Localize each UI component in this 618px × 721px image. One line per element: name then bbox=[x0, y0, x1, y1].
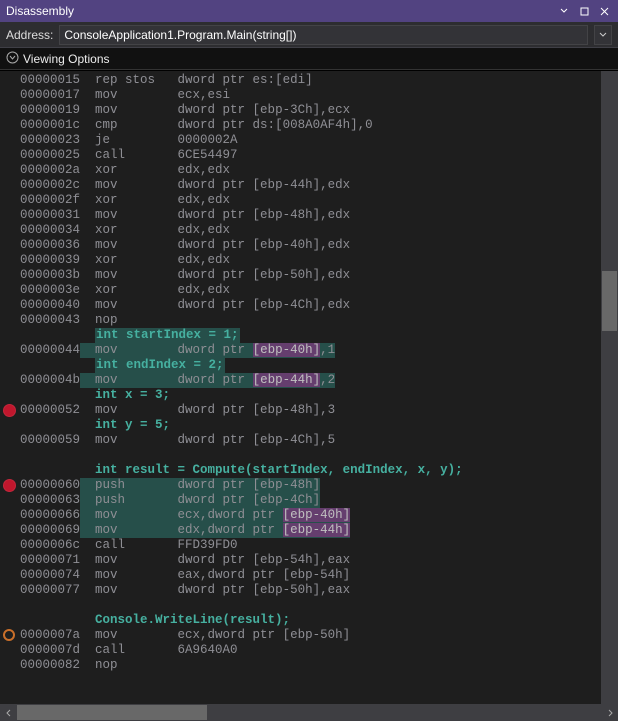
code-line[interactable]: int endIndex = 2; bbox=[20, 358, 601, 373]
dropdown-button[interactable] bbox=[556, 3, 572, 19]
code-line[interactable]: 0000007a mov ecx,dword ptr [ebp-50h] bbox=[20, 628, 601, 643]
code-line[interactable] bbox=[20, 598, 601, 613]
address-bar: Address: bbox=[0, 22, 618, 48]
expand-icon[interactable] bbox=[6, 51, 19, 67]
code-line[interactable]: 00000069 mov edx,dword ptr [ebp-44h] bbox=[20, 523, 601, 538]
code-line[interactable]: 00000066 mov ecx,dword ptr [ebp-40h] bbox=[20, 508, 601, 523]
code-line[interactable]: 0000003b mov dword ptr [ebp-50h],edx bbox=[20, 268, 601, 283]
code-line[interactable]: int startIndex = 1; bbox=[20, 328, 601, 343]
code-line[interactable]: 0000001c cmp dword ptr ds:[008A0AF4h],0 bbox=[20, 118, 601, 133]
code-line[interactable]: 00000015 rep stos dword ptr es:[edi] bbox=[20, 73, 601, 88]
scroll-right-button[interactable] bbox=[601, 704, 618, 721]
breakpoint-gutter[interactable] bbox=[0, 71, 20, 704]
code-line[interactable]: 0000002f xor edx,edx bbox=[20, 193, 601, 208]
code-line[interactable]: 00000082 nop bbox=[20, 658, 601, 673]
code-line[interactable]: 00000071 mov dword ptr [ebp-54h],eax bbox=[20, 553, 601, 568]
code-line[interactable]: 00000074 mov eax,dword ptr [ebp-54h] bbox=[20, 568, 601, 583]
vertical-scroll-thumb[interactable] bbox=[602, 271, 617, 331]
code-line[interactable]: 0000003e xor edx,edx bbox=[20, 283, 601, 298]
code-line[interactable]: 00000060 push dword ptr [ebp-48h] bbox=[20, 478, 601, 493]
code-line[interactable]: 0000004b mov dword ptr [ebp-44h],2 bbox=[20, 373, 601, 388]
code-line[interactable]: Console.WriteLine(result); bbox=[20, 613, 601, 628]
code-line[interactable]: 00000025 call 6CE54497 bbox=[20, 148, 601, 163]
address-label: Address: bbox=[6, 28, 53, 42]
code-line[interactable]: 00000043 nop bbox=[20, 313, 601, 328]
breakpoint-marker[interactable] bbox=[3, 404, 16, 417]
viewing-options-label: Viewing Options bbox=[23, 52, 110, 66]
code-line[interactable]: 00000063 push dword ptr [ebp-4Ch] bbox=[20, 493, 601, 508]
vertical-scrollbar[interactable] bbox=[601, 71, 618, 704]
code-line[interactable]: 0000002a xor edx,edx bbox=[20, 163, 601, 178]
code-line[interactable]: 00000059 mov dword ptr [ebp-4Ch],5 bbox=[20, 433, 601, 448]
scroll-left-button[interactable] bbox=[0, 704, 17, 721]
breakpoint-marker[interactable] bbox=[3, 479, 16, 492]
address-dropdown-button[interactable] bbox=[594, 25, 612, 45]
code-line[interactable]: 00000036 mov dword ptr [ebp-40h],edx bbox=[20, 238, 601, 253]
window-buttons bbox=[556, 3, 612, 19]
code-line[interactable]: 00000039 xor edx,edx bbox=[20, 253, 601, 268]
titlebar: Disassembly bbox=[0, 0, 618, 22]
code-line[interactable]: 0000007d call 6A9640A0 bbox=[20, 643, 601, 658]
code-line[interactable]: 0000006c call FFD39FD0 bbox=[20, 538, 601, 553]
disassembly-content: 00000015 rep stos dword ptr es:[edi]0000… bbox=[0, 70, 618, 704]
code-line[interactable]: 00000077 mov dword ptr [ebp-50h],eax bbox=[20, 583, 601, 598]
code-line[interactable] bbox=[20, 448, 601, 463]
close-button[interactable] bbox=[596, 3, 612, 19]
code-line[interactable]: int x = 3; bbox=[20, 388, 601, 403]
code-line[interactable]: int result = Compute(startIndex, endInde… bbox=[20, 463, 601, 478]
code-line[interactable]: 00000040 mov dword ptr [ebp-4Ch],edx bbox=[20, 298, 601, 313]
code-line[interactable]: 00000019 mov dword ptr [ebp-3Ch],ecx bbox=[20, 103, 601, 118]
code-line[interactable]: 00000044 mov dword ptr [ebp-40h],1 bbox=[20, 343, 601, 358]
disassembly-code[interactable]: 00000015 rep stos dword ptr es:[edi]0000… bbox=[20, 71, 601, 704]
code-line[interactable]: int y = 5; bbox=[20, 418, 601, 433]
maximize-button[interactable] bbox=[576, 3, 592, 19]
code-line[interactable]: 0000002c mov dword ptr [ebp-44h],edx bbox=[20, 178, 601, 193]
code-line[interactable]: 00000034 xor edx,edx bbox=[20, 223, 601, 238]
viewing-options-bar[interactable]: Viewing Options bbox=[0, 48, 618, 70]
horizontal-scroll-thumb[interactable] bbox=[17, 705, 207, 720]
tracepoint-marker[interactable] bbox=[3, 629, 15, 641]
address-input[interactable] bbox=[59, 25, 588, 45]
horizontal-scrollbar[interactable] bbox=[0, 704, 618, 721]
code-line[interactable]: 00000052 mov dword ptr [ebp-48h],3 bbox=[20, 403, 601, 418]
code-line[interactable]: 00000023 je 0000002A bbox=[20, 133, 601, 148]
window-title: Disassembly bbox=[6, 4, 556, 18]
code-line[interactable]: 00000031 mov dword ptr [ebp-48h],edx bbox=[20, 208, 601, 223]
horizontal-scroll-track[interactable] bbox=[17, 704, 601, 721]
code-line[interactable]: 00000017 mov ecx,esi bbox=[20, 88, 601, 103]
